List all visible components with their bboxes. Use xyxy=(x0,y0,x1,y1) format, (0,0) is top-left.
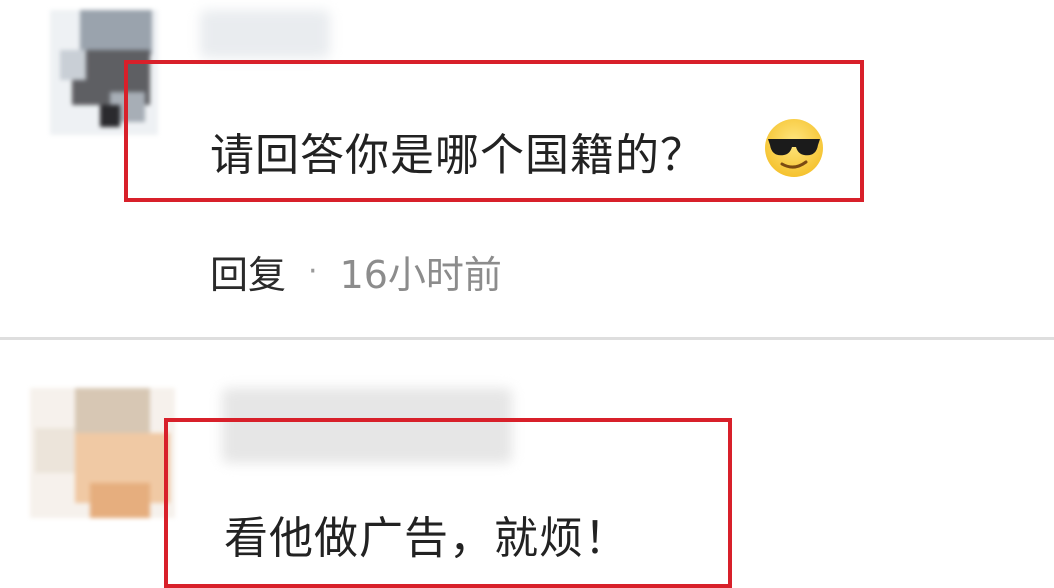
sunglasses-emoji-icon xyxy=(765,119,823,177)
comment-text: 请回答你是哪个国籍的？ xyxy=(210,130,705,181)
comment-meta: 回复 · 16小时前 xyxy=(210,244,502,299)
meta-separator: · xyxy=(308,253,318,289)
comment-item-1: 请回答你是哪个国籍的？ 回复 · 16小时前 xyxy=(0,0,1054,338)
comment-timestamp: 16小时前 xyxy=(339,252,502,297)
user-avatar[interactable] xyxy=(30,388,175,518)
comment-text: 看他做广告，就烦！ xyxy=(224,513,629,564)
reply-button[interactable]: 回复 xyxy=(210,244,286,299)
username-blurred[interactable] xyxy=(200,10,330,58)
